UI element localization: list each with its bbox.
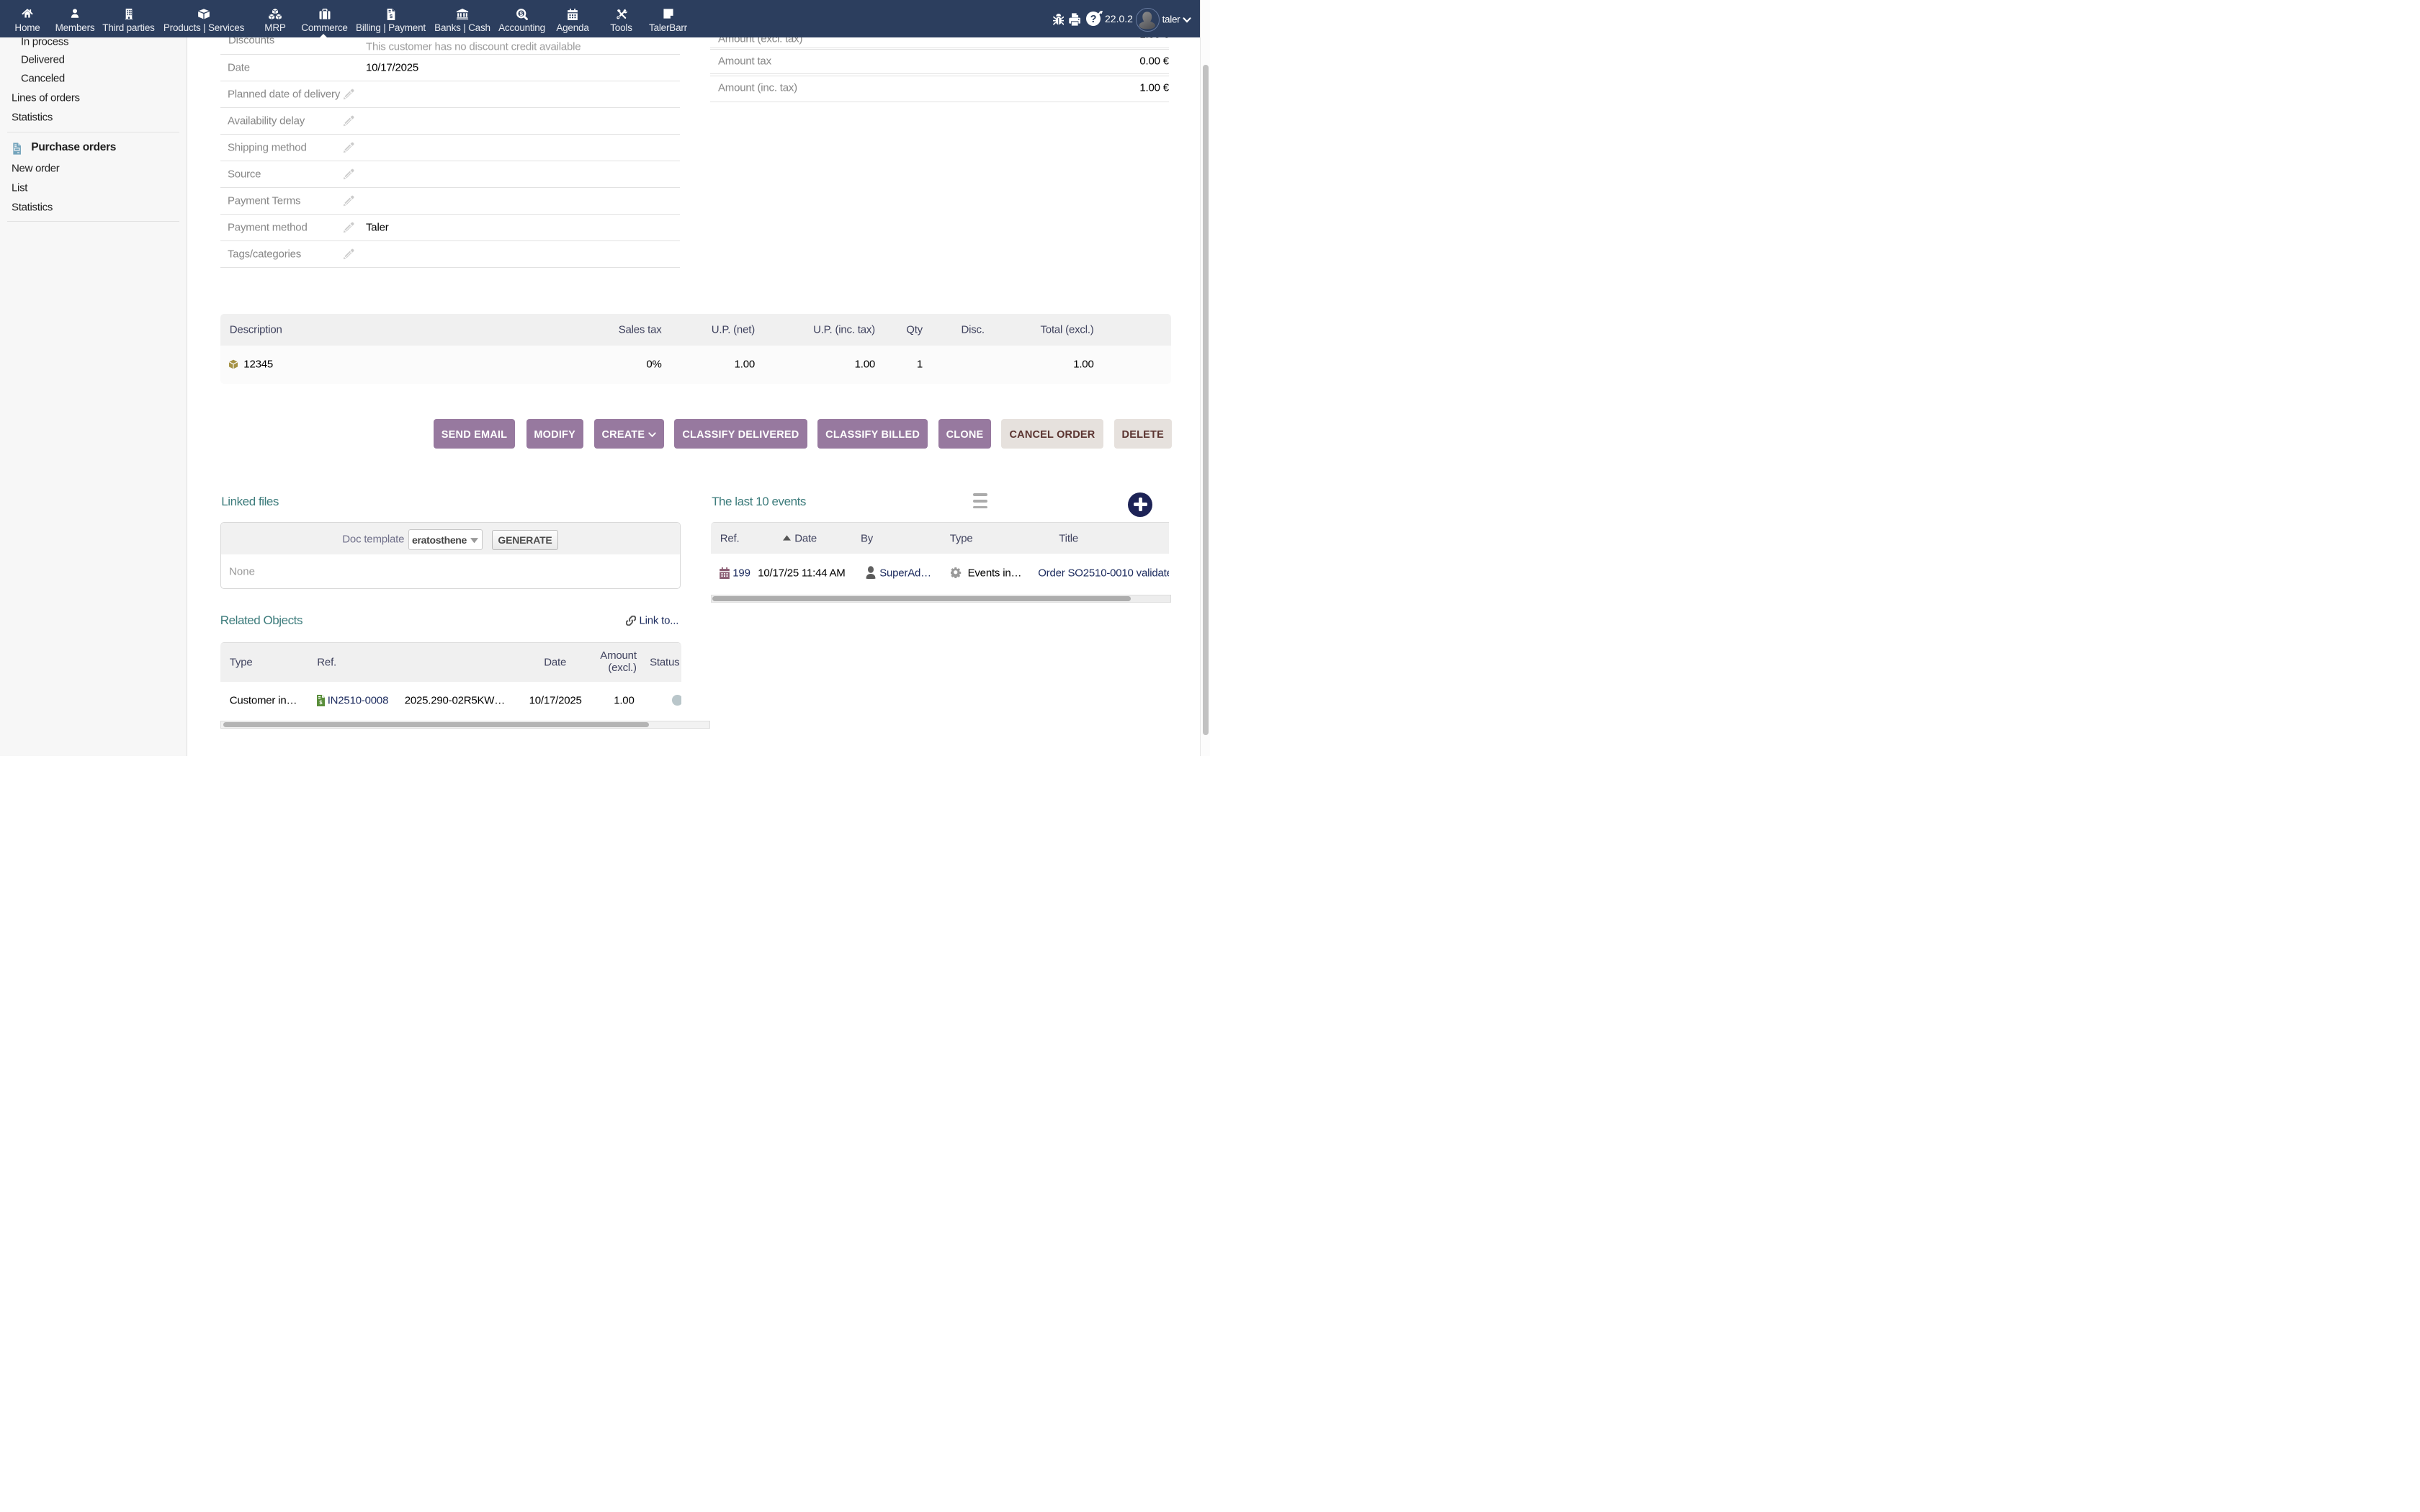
svg-text:?: ? (1090, 14, 1097, 25)
svg-text:$: $ (519, 9, 523, 17)
